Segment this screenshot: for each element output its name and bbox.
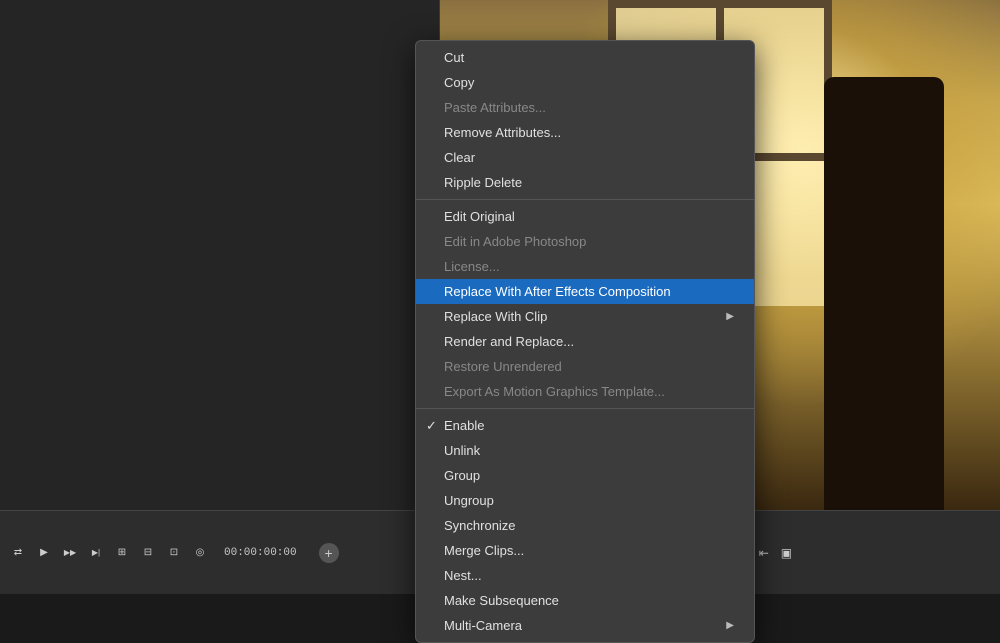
next-frame-button[interactable]: ▶▶ [60,543,80,563]
context-menu-item-remove-attributes[interactable]: Remove Attributes... [416,120,754,145]
context-menu-item-make-subsequence[interactable]: Make Subsequence [416,588,754,613]
add-clip-button[interactable]: + [319,543,339,563]
context-menu-item-license: License... [416,254,754,279]
context-menu-item-enable[interactable]: Enable [416,413,754,438]
figure-silhouette [824,77,944,511]
context-menu-item-synchronize[interactable]: Synchronize [416,513,754,538]
end-button[interactable]: ▶| [86,543,106,563]
overwrite-icon[interactable]: ⊟ [138,543,158,563]
context-menu-item-edit-original[interactable]: Edit Original [416,204,754,229]
context-menu-item-ripple-delete[interactable]: Ripple Delete [416,170,754,195]
snapshot-icon[interactable]: ◎ [190,543,210,563]
context-menu-item-replace-ae[interactable]: Replace With After Effects Composition [416,279,754,304]
context-menu-item-nest[interactable]: Nest... [416,563,754,588]
transport-controls: ⇄ ▶ ▶▶ ▶| ⊞ ⊟ ⊡ ◎ 00:00:00:00 + [0,543,420,563]
preview-safe-button[interactable]: ▣ [781,546,792,560]
lift-icon[interactable]: ⊡ [164,543,184,563]
context-menu-item-unlink[interactable]: Unlink [416,438,754,463]
context-menu: Cut Copy Paste Attributes... Remove Attr… [415,40,755,643]
submenu-arrow-icon: ▶ [726,311,734,322]
insert-icon[interactable]: ⊞ [112,543,132,563]
context-menu-item-copy[interactable]: Copy [416,70,754,95]
preview-loop-button[interactable]: ⇤ [759,546,769,560]
menu-separator-2 [416,408,754,409]
context-menu-item-restore-unrendered: Restore Unrendered [416,354,754,379]
context-menu-item-edit-photoshop: Edit in Adobe Photoshop [416,229,754,254]
timecode-display: 00:00:00:00 [224,547,297,559]
context-menu-item-cut[interactable]: Cut [416,45,754,70]
context-menu-item-multi-camera[interactable]: Multi-Camera ▶ [416,613,754,638]
context-menu-item-export-motion: Export As Motion Graphics Template... [416,379,754,404]
context-menu-item-render-replace[interactable]: Render and Replace... [416,329,754,354]
submenu-arrow-multicam-icon: ▶ [726,620,734,631]
context-menu-item-paste-attributes: Paste Attributes... [416,95,754,120]
context-menu-item-replace-clip[interactable]: Replace With Clip ▶ [416,304,754,329]
context-menu-item-merge-clips[interactable]: Merge Clips... [416,538,754,563]
timeline-panel [0,0,440,510]
context-menu-item-group[interactable]: Group [416,463,754,488]
context-menu-item-ungroup[interactable]: Ungroup [416,488,754,513]
context-menu-item-clear[interactable]: Clear [416,145,754,170]
loop-icon[interactable]: ⇄ [8,543,28,563]
play-button[interactable]: ▶ [34,543,54,563]
menu-separator-1 [416,199,754,200]
editor-background: ⇄ ▶ ▶▶ ▶| ⊞ ⊟ ⊡ ◎ 00:00:00:00 + |◀ ◀◀ ▶ … [0,0,1000,594]
